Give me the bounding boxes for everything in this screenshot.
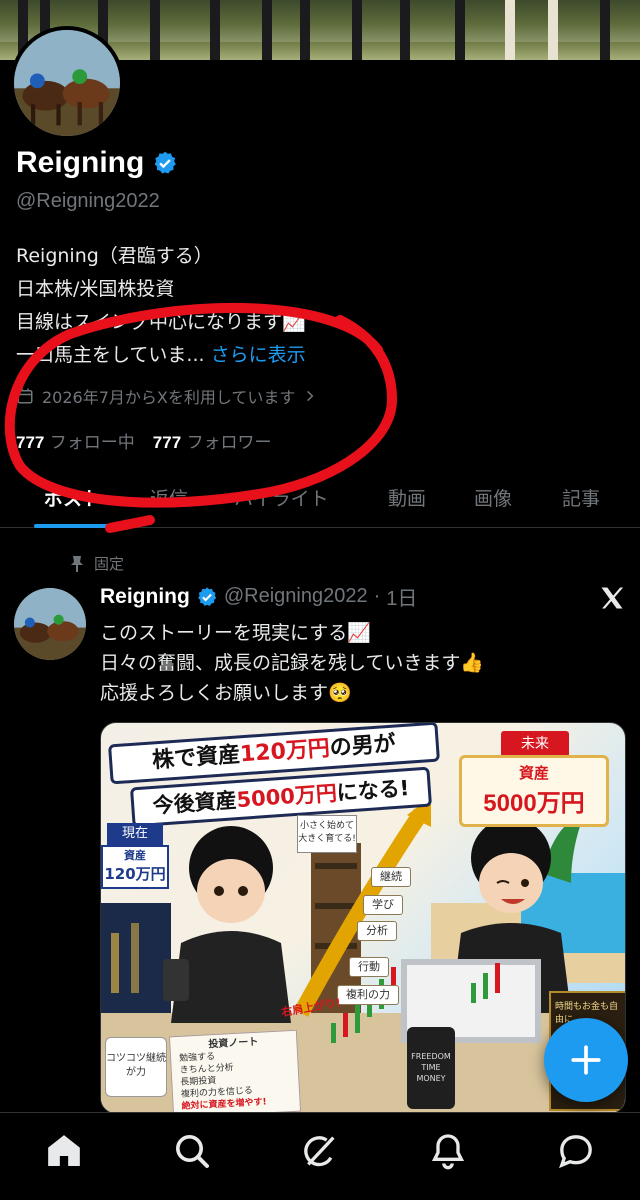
show-more-link[interactable]: さらに表示 [211, 344, 306, 366]
nav-home[interactable] [44, 1131, 84, 1171]
bottom-navigation [0, 1112, 640, 1200]
future-tag: 未来 [501, 731, 569, 757]
joined-date[interactable]: 2026年7月からXを利用しています [16, 384, 317, 408]
tab-images[interactable]: 画像 [474, 484, 512, 511]
tab-articles[interactable]: 記事 [562, 484, 600, 511]
post-text-line: 応援よろしくお願いします🥺 [100, 682, 352, 704]
chevron-right-icon [307, 390, 314, 402]
joined-text: 2026年7月からXを利用しています [42, 388, 296, 407]
active-tab-indicator [34, 524, 114, 528]
profile-handle: @Reigning2022 [16, 190, 160, 212]
post-text-line: 日々の奮闘、成長の記録を残していきます👍 [100, 652, 485, 674]
messages-icon [559, 1135, 592, 1169]
post-body: このストーリーを現実にする📈 日々の奮闘、成長の記録を残していきます👍 応援よろ… [100, 618, 630, 708]
post-text-line: このストーリーを現実にする📈 [100, 622, 371, 644]
following-link[interactable]: 777 フォロー中 [16, 428, 135, 453]
tumbler-text: FREEDOM TIME MONEY [407, 1027, 455, 1109]
post-timestamp[interactable]: 1日 [386, 582, 417, 611]
bio-line: 目線はスイング中心になります📈 [16, 311, 306, 333]
search-icon [176, 1135, 209, 1168]
nav-notifications[interactable] [428, 1131, 468, 1171]
now-assets-label: 資産 [124, 849, 146, 862]
post-header: Reigning @Reigning2022 · 1日 [100, 582, 417, 611]
future-assets-label: 資産 [518, 764, 549, 782]
followers-count: 777 [152, 433, 182, 452]
tab-posts[interactable]: ポスト [44, 484, 101, 511]
mug-text: コツコツ継続が力 [105, 1037, 167, 1097]
verified-badge-icon [154, 151, 177, 174]
post-separator: · [373, 585, 381, 607]
home-icon [48, 1135, 80, 1166]
grok-icon [304, 1136, 335, 1167]
tab-highlights[interactable]: ハイライト [234, 484, 329, 511]
bio-line: Reigning（君臨する） [16, 245, 213, 267]
step-label: 分析 [357, 921, 397, 941]
profile-bio: Reigning（君臨する） 日本株/米国株投資 目線はスイング中心になります📈… [16, 240, 616, 372]
plus-icon [571, 1045, 601, 1075]
verified-badge-icon [198, 586, 216, 606]
pin-icon [71, 555, 83, 572]
step-label: 行動 [349, 957, 389, 977]
pinned-label: 固定 [70, 553, 124, 574]
profile-tabs: ポスト 返信 ハイライト 動画 画像 記事 [0, 470, 640, 528]
notifications-icon [431, 1134, 465, 1170]
following-count: 777 [16, 433, 45, 452]
followers-link[interactable]: 777 フォロワー [153, 428, 272, 453]
now-assets-value: 120万円 [104, 865, 166, 883]
profile-name: Reigning [16, 146, 178, 180]
nav-search[interactable] [172, 1131, 212, 1171]
pinned-text: 固定 [94, 555, 125, 573]
follow-stats: 777 フォロー中 777 フォロワー [16, 428, 272, 453]
now-tag: 現在 [107, 823, 163, 845]
nav-grok[interactable] [300, 1131, 340, 1171]
bio-line: 日本株/米国株投資 [16, 278, 175, 300]
now-assets-box: 資産 120万円 [101, 845, 169, 889]
calendar-icon [17, 388, 33, 404]
future-assets-value: 5000万円 [483, 790, 585, 817]
investment-notebook: 投資ノート 勉強する きちんと分析 長期投資 複利の力を信じる 絶対に資産を増や… [168, 1029, 302, 1113]
post-author-handle[interactable]: @Reigning2022 [224, 585, 368, 608]
tab-replies[interactable]: 返信 [150, 484, 188, 511]
step-label: 学び [363, 895, 403, 915]
tab-videos[interactable]: 動画 [388, 484, 426, 511]
step-label: 複利の力 [337, 985, 399, 1005]
future-assets-box: 資産 5000万円 [459, 755, 609, 827]
small-note: 小さく始めて大きく育てる! [297, 815, 357, 853]
post-author-name[interactable]: Reigning [100, 585, 190, 609]
x-logo-icon [601, 587, 624, 609]
profile-avatar[interactable] [10, 26, 124, 140]
bio-line-text: 一口馬主をしていま... [16, 344, 205, 366]
bio-line: 一口馬主をしていま... さらに表示 [16, 339, 616, 372]
profile-name-text: Reigning [16, 146, 145, 179]
post-author-avatar[interactable] [14, 588, 86, 660]
following-label: フォロー中 [49, 433, 135, 453]
step-label: 継続 [371, 867, 411, 887]
nav-messages[interactable] [556, 1131, 596, 1171]
followers-label: フォロワー [186, 433, 272, 453]
compose-button[interactable] [544, 1018, 628, 1102]
